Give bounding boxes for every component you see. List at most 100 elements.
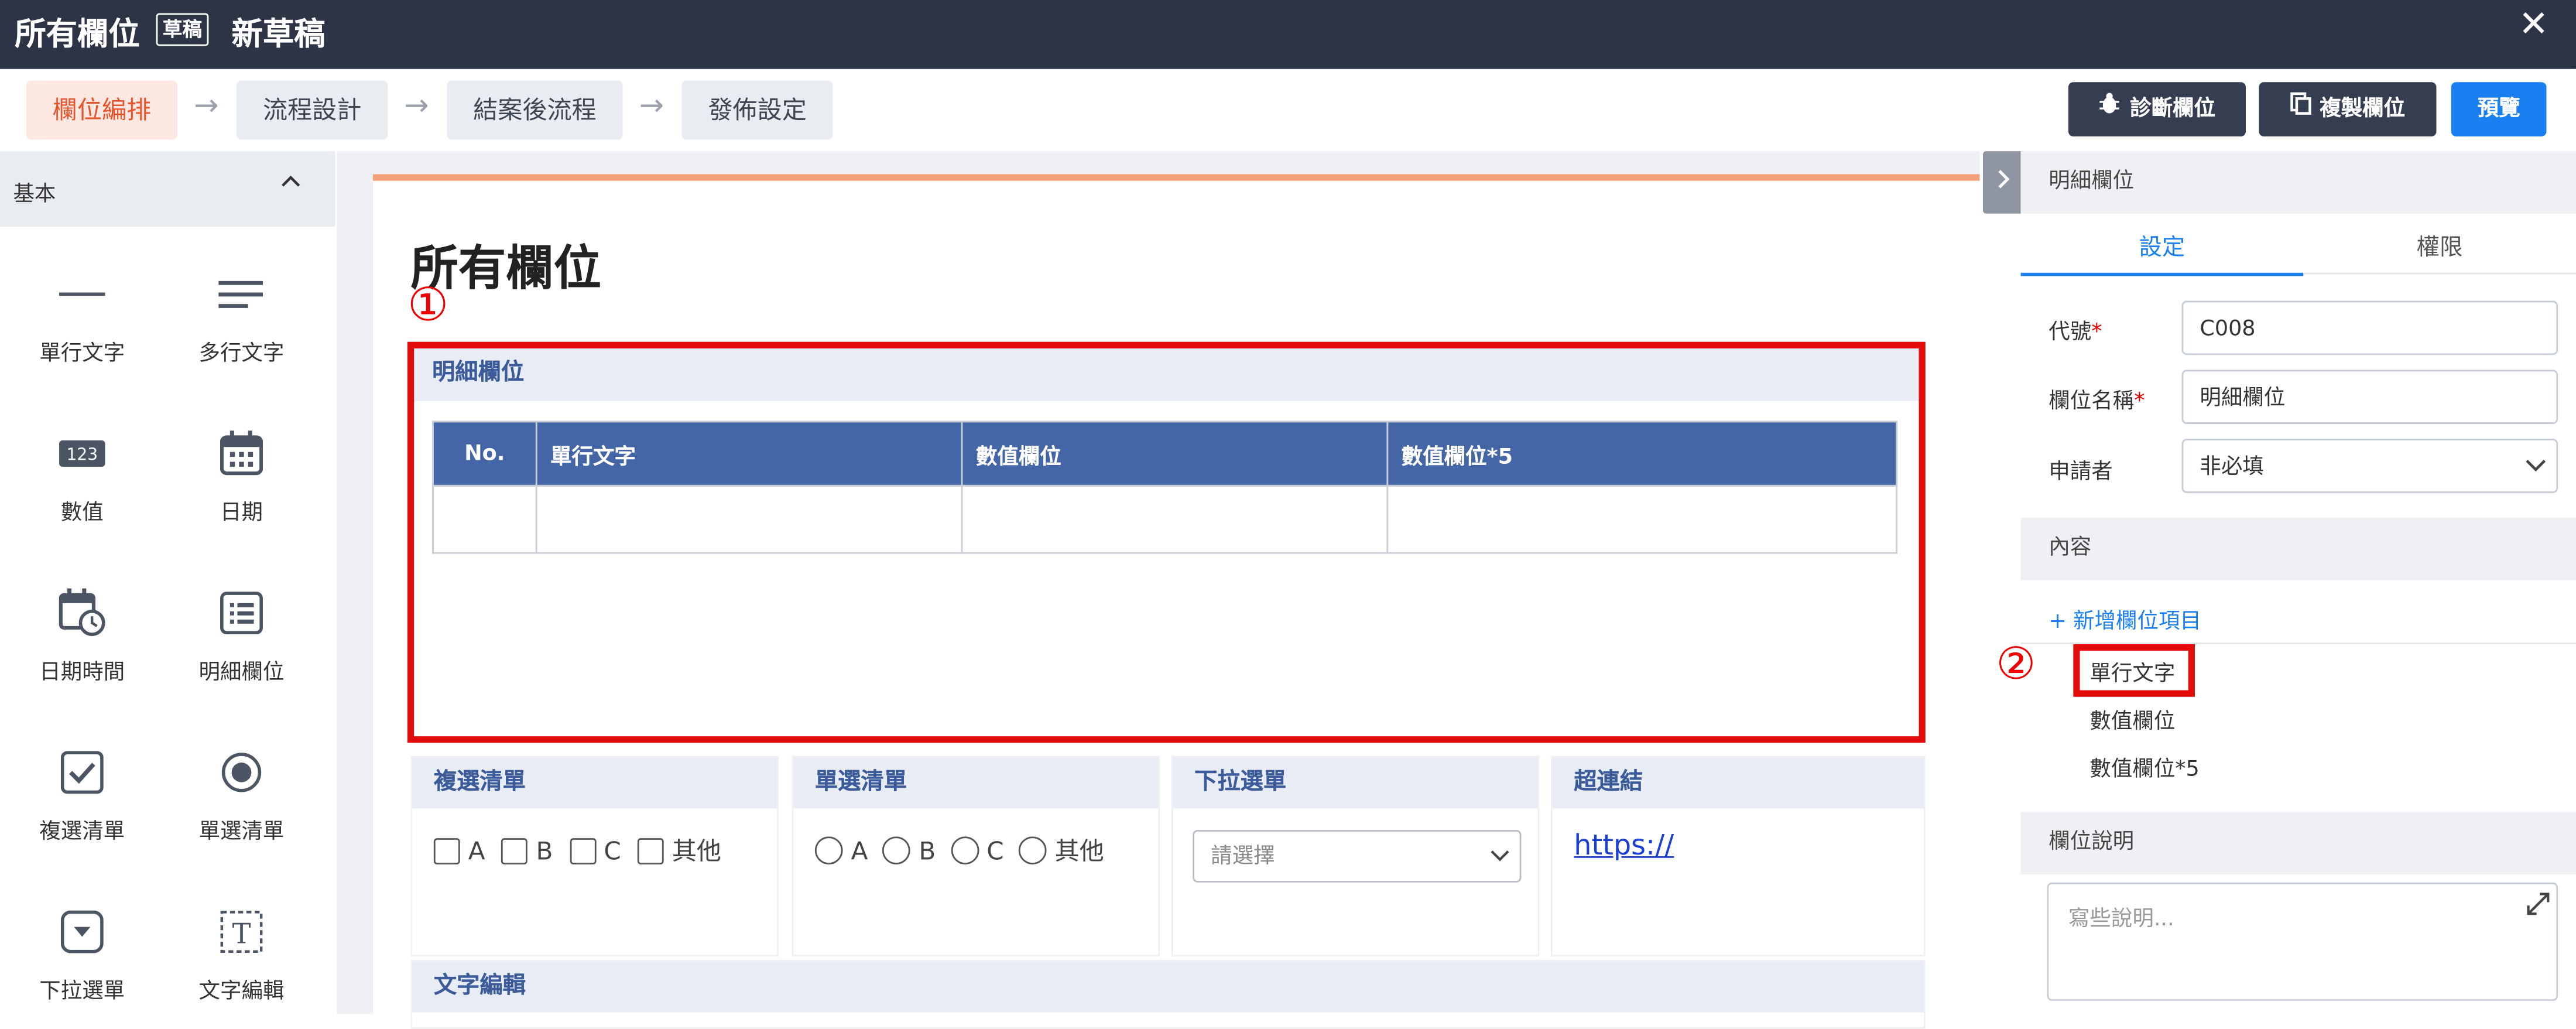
step-publish-settings[interactable]: 發佈設定 <box>681 80 833 140</box>
radio-button[interactable] <box>1018 836 1047 865</box>
option-label: B <box>919 835 936 866</box>
dropdown-placeholder: 請選擇 <box>1211 845 1275 870</box>
field-name-label: 欄位名稱* <box>2049 389 2145 415</box>
diagnose-button[interactable]: 診斷欄位 <box>2068 82 2246 136</box>
dropdown-select[interactable]: 請選擇 <box>1193 830 1522 886</box>
tool-number[interactable]: 123 數值 <box>25 426 139 526</box>
step-post-close-flow[interactable]: 結案後流程 <box>447 80 623 140</box>
checkbox[interactable] <box>501 837 528 864</box>
radio-button[interactable] <box>882 836 911 865</box>
applicant-label: 申請者 <box>2049 460 2113 485</box>
tab-permissions[interactable]: 權限 <box>2303 230 2576 275</box>
highlight-box-item <box>2073 644 2195 697</box>
multi-line-text-icon <box>184 266 299 322</box>
arrow-right-icon: → <box>404 88 429 124</box>
dropdown-title: 下拉選單 <box>1173 757 1538 809</box>
chevron-up-icon[interactable] <box>279 166 302 200</box>
expand-icon[interactable] <box>2527 891 2550 922</box>
code-label: 代號* <box>2049 320 2102 346</box>
code-input[interactable]: C008 <box>2181 300 2558 355</box>
checkbox[interactable] <box>637 837 664 864</box>
copy-fields-button[interactable]: 複製欄位 <box>2259 82 2437 136</box>
radio-button[interactable] <box>814 836 843 865</box>
list-item[interactable]: 數值欄位 <box>2089 703 2175 734</box>
tool-text-editor[interactable]: T 文字編輯 <box>184 904 299 1004</box>
number-icon: 123 <box>25 426 139 481</box>
option-label: A <box>851 835 868 866</box>
tool-single-line-text[interactable]: 單行文字 <box>25 266 139 367</box>
tool-label: 複選清單 <box>39 820 125 845</box>
arrow-right-icon: → <box>194 88 219 124</box>
hyperlink-field[interactable]: 超連結 https:// <box>1550 755 1926 957</box>
tool-label: 明細欄位 <box>198 661 285 686</box>
bug-icon <box>2099 82 2122 136</box>
text-editor-icon: T <box>184 904 299 959</box>
tool-label: 文字編輯 <box>198 979 285 1004</box>
tool-label: 數值 <box>60 501 104 526</box>
tab-settings[interactable]: 設定 <box>2020 230 2304 276</box>
tool-date[interactable]: 日期 <box>184 426 299 526</box>
option-label: C <box>986 835 1004 866</box>
tool-label: 日期 <box>220 501 263 526</box>
plus-icon: + <box>2049 610 2067 635</box>
hyperlink-title: 超連結 <box>1552 757 1924 809</box>
preview-button[interactable]: 預覽 <box>2451 82 2547 136</box>
panel-collapse-toggle[interactable] <box>1982 151 2021 214</box>
list-item[interactable]: 數值欄位*5 <box>2089 751 2199 782</box>
description-placeholder: 寫些說明... <box>2068 907 2174 932</box>
category-header[interactable]: 基本 <box>0 151 335 227</box>
tool-datetime[interactable]: 日期時間 <box>25 585 139 685</box>
radio-icon <box>184 744 299 800</box>
tool-radio-list[interactable]: 單選清單 <box>184 744 299 845</box>
tool-label: 單行文字 <box>39 341 125 367</box>
radio-button[interactable] <box>950 836 979 865</box>
tool-multi-line-text[interactable]: 多行文字 <box>184 266 299 367</box>
form-canvas: 所有欄位 ① 明細欄位 No. 單行文字 數值欄位 數值欄位*5 複選清單 A … <box>372 174 1980 1029</box>
single-line-text-icon <box>25 266 139 322</box>
tool-label: 多行文字 <box>198 341 285 367</box>
draft-badge: 草稿 <box>156 13 209 46</box>
datetime-icon <box>25 585 139 641</box>
palette-splitter[interactable] <box>337 151 373 1014</box>
checkbox-list-field[interactable]: 複選清單 A B C 其他 <box>410 755 779 957</box>
step-flow-design[interactable]: 流程設計 <box>237 80 388 140</box>
annotation-marker-2: ② <box>1996 639 2036 690</box>
copy-label: 複製欄位 <box>2320 97 2406 122</box>
chevron-down-icon <box>2525 442 2546 497</box>
title-bar: 所有欄位 草稿 新草稿 ✕ <box>0 0 2576 69</box>
category-label: 基本 <box>13 182 56 207</box>
svg-text:T: T <box>232 918 251 951</box>
applicant-value: 非必填 <box>2200 455 2264 480</box>
tool-dropdown[interactable]: 下拉選單 <box>25 904 139 1004</box>
applicant-select[interactable]: 非必填 <box>2181 439 2558 493</box>
dropdown-field[interactable]: 下拉選單 請選擇 <box>1171 755 1540 957</box>
radio-list-title: 單選清單 <box>793 757 1159 809</box>
field-name-input[interactable]: 明細欄位 <box>2181 370 2558 424</box>
checkbox-options: A B C 其他 <box>433 833 722 868</box>
checkbox[interactable] <box>433 837 460 864</box>
hyperlink-value[interactable]: https:// <box>1574 830 1674 863</box>
close-icon[interactable]: ✕ <box>2519 5 2549 46</box>
detail-field-block[interactable]: 明細欄位 No. 單行文字 數值欄位 數值欄位*5 <box>407 341 1926 746</box>
step-field-layout[interactable]: 欄位編排 <box>26 80 178 140</box>
description-textarea[interactable]: 寫些說明... <box>2047 882 2558 1001</box>
checkbox[interactable] <box>569 837 596 864</box>
svg-text:123: 123 <box>67 445 98 464</box>
add-item-button[interactable]: + 新增欄位項目 <box>2049 603 2201 634</box>
option-label: 其他 <box>1054 836 1104 866</box>
tool-detail-list[interactable]: 明細欄位 <box>184 585 299 685</box>
tool-checkbox-list[interactable]: 複選清單 <box>25 744 139 845</box>
option-label: 其他 <box>672 836 722 866</box>
panel-header: 明細欄位 <box>2020 151 2576 214</box>
form-title: 所有欄位 <box>15 16 140 53</box>
tool-label: 單選清單 <box>198 820 285 845</box>
text-editor-field[interactable]: 文字編輯 <box>410 959 1926 1029</box>
arrow-right-icon: → <box>639 88 664 124</box>
field-palette: 基本 單行文字 多行文字 123 數值 日期 日期時間 明細欄位 複選清單 單選… <box>0 151 337 1014</box>
calendar-icon <box>184 426 299 481</box>
tool-label: 日期時間 <box>39 661 125 686</box>
chevron-down-icon <box>1490 833 1510 886</box>
add-item-label: 新增欄位項目 <box>2073 610 2201 635</box>
tool-label: 下拉選單 <box>39 979 125 1004</box>
radio-list-field[interactable]: 單選清單 A B C 其他 <box>792 755 1160 957</box>
